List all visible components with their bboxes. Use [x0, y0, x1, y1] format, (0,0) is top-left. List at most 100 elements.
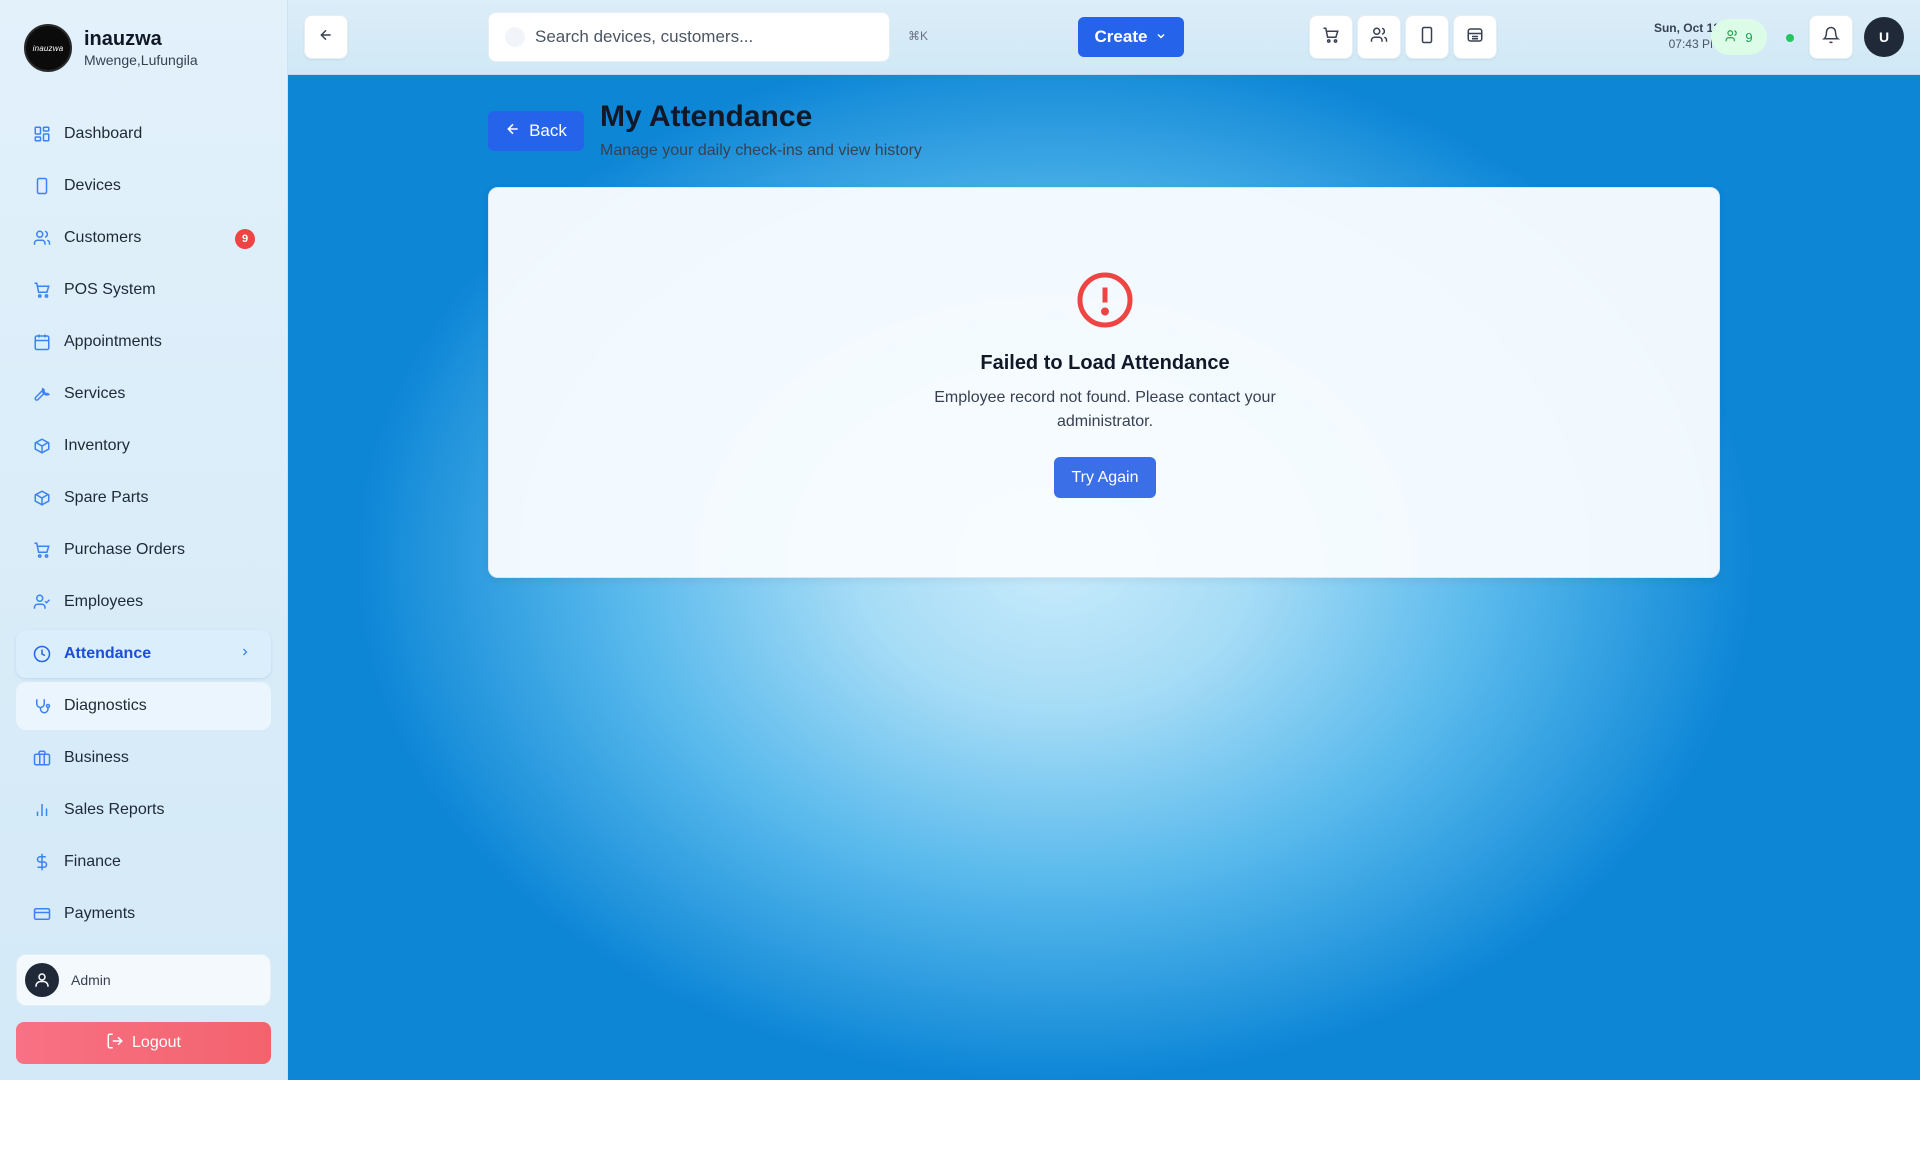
logout-icon: [106, 1032, 132, 1055]
sidebar-item-label: Diagnostics: [64, 697, 147, 714]
sidebar-item-attendance[interactable]: Attendance: [16, 630, 271, 678]
create-button[interactable]: Create: [1078, 17, 1184, 57]
quick-customers-button[interactable]: [1357, 15, 1401, 59]
connection-status-dot: [1786, 34, 1794, 42]
sidebar-item-services[interactable]: Services: [16, 370, 271, 418]
bar-chart-icon: [32, 800, 52, 820]
briefcase-icon: [32, 748, 52, 768]
sidebar-nav: Dashboard Devices Customers 9 POS System…: [16, 110, 271, 942]
sidebar-item-label: Customers: [64, 229, 142, 246]
sidebar-item-label: Dashboard: [64, 125, 143, 142]
sidebar-item-label: Employees: [64, 593, 144, 610]
logout-button[interactable]: Logout: [16, 1022, 271, 1064]
page-subtitle: Manage your daily check-ins and view his…: [600, 142, 922, 159]
sidebar-item-label: POS System: [64, 281, 156, 298]
quick-devices-button[interactable]: [1405, 15, 1449, 59]
package-icon: [32, 488, 52, 508]
avatar[interactable]: U: [1864, 17, 1904, 57]
sidebar-item-business[interactable]: Business: [16, 734, 271, 782]
sidebar-item-payments[interactable]: Payments: [16, 890, 271, 938]
chevron-down-icon: [1147, 27, 1167, 47]
cart-icon: [1322, 26, 1340, 49]
notifications-button[interactable]: [1809, 15, 1853, 59]
error-title: Failed to Load Attendance: [980, 352, 1230, 374]
search-icon: [505, 27, 525, 47]
user-name: Admin: [71, 972, 111, 988]
sidebar-item-label: Devices: [64, 177, 121, 194]
brand-logo: inauzwa: [24, 24, 72, 72]
nav-back-button[interactable]: [304, 15, 348, 59]
error-card: Failed to Load Attendance Employee recor…: [488, 187, 1720, 578]
package-icon: [32, 436, 52, 456]
stethoscope-icon: [32, 696, 52, 716]
sidebar-item-pos-system[interactable]: POS System: [16, 266, 271, 314]
sidebar-item-label: Inventory: [64, 437, 130, 454]
sidebar-item-inventory[interactable]: Inventory: [16, 422, 271, 470]
search-bar[interactable]: [488, 12, 890, 62]
sidebar-item-appointments[interactable]: Appointments: [16, 318, 271, 366]
logout-label: Logout: [132, 1034, 181, 1051]
sidebar-item-diagnostics[interactable]: Diagnostics: [16, 682, 271, 730]
chevron-right-icon: [239, 645, 251, 661]
page-title: My Attendance: [600, 100, 813, 133]
app: inauzwa inauzwa Mwenge,Lufungila Dashboa…: [0, 0, 1920, 1080]
online-users-pill[interactable]: 9: [1711, 19, 1767, 55]
sidebar-item-purchase-orders[interactable]: Purchase Orders: [16, 526, 271, 574]
sidebar-item-label: Payments: [64, 905, 136, 922]
back-label: Back: [529, 121, 567, 140]
user-icon: [25, 963, 59, 997]
sidebar: inauzwa inauzwa Mwenge,Lufungila Dashboa…: [0, 0, 288, 1080]
try-again-button[interactable]: Try Again: [1054, 457, 1156, 498]
cart-icon: [32, 280, 52, 300]
create-label: Create: [1094, 27, 1148, 46]
sidebar-item-label: Sales Reports: [64, 801, 165, 818]
customers-count-badge: 9: [235, 229, 255, 249]
brand[interactable]: inauzwa inauzwa Mwenge,Lufungila: [24, 24, 198, 72]
search-shortcut-hint: ⌘K: [908, 29, 929, 43]
wrench-icon: [32, 384, 52, 404]
sidebar-item-customers[interactable]: Customers 9: [16, 214, 271, 262]
sidebar-item-finance[interactable]: Finance: [16, 838, 271, 886]
sidebar-item-label: Purchase Orders: [64, 541, 185, 558]
arrow-left-icon: [505, 121, 529, 142]
sidebar-item-employees[interactable]: Employees: [16, 578, 271, 626]
sidebar-item-label: Finance: [64, 853, 121, 870]
top-bar: ⌘K Create: [288, 0, 1920, 75]
sidebar-item-label: Services: [64, 385, 126, 402]
user-check-icon: [32, 592, 52, 612]
brand-name: inauzwa: [84, 28, 162, 50]
main-content: ⌘K Create: [288, 0, 1920, 1080]
sidebar-item-label: Attendance: [64, 645, 152, 662]
sidebar-item-label: Spare Parts: [64, 489, 149, 506]
arrow-left-icon: [318, 27, 334, 48]
sidebar-item-devices[interactable]: Devices: [16, 162, 271, 210]
sidebar-item-label: Business: [64, 749, 129, 766]
quick-pos-button[interactable]: [1309, 15, 1353, 59]
alert-circle-icon: [1075, 270, 1135, 335]
users-icon: [1725, 29, 1745, 46]
search-input[interactable]: [535, 27, 855, 47]
bell-icon: [1821, 26, 1841, 49]
error-message: Employee record not found. Please contac…: [934, 389, 1276, 430]
sidebar-item-label: Appointments: [64, 333, 162, 350]
back-button[interactable]: Back: [488, 111, 584, 151]
user-profile[interactable]: Admin: [16, 954, 271, 1006]
clock-icon: [32, 644, 52, 664]
sidebar-item-sales-reports[interactable]: Sales Reports: [16, 786, 271, 834]
smartphone-icon: [32, 176, 52, 196]
dollar-icon: [32, 852, 52, 872]
dashboard-icon: [32, 124, 52, 144]
smartphone-icon: [1418, 26, 1436, 49]
brand-subtitle: Mwenge,Lufungila: [84, 52, 198, 68]
current-date: Sun, Oct 12: [1653, 21, 1720, 35]
users-icon: [1370, 26, 1388, 49]
online-count: 9: [1745, 29, 1753, 45]
archive-icon: [1466, 26, 1484, 49]
calendar-icon: [32, 332, 52, 352]
current-time: 07:43 PM: [1668, 37, 1720, 51]
sidebar-item-dashboard[interactable]: Dashboard: [16, 110, 271, 158]
quick-inventory-button[interactable]: [1453, 15, 1497, 59]
cart-icon: [32, 540, 52, 560]
sidebar-item-spare-parts[interactable]: Spare Parts: [16, 474, 271, 522]
users-icon: [32, 228, 52, 248]
